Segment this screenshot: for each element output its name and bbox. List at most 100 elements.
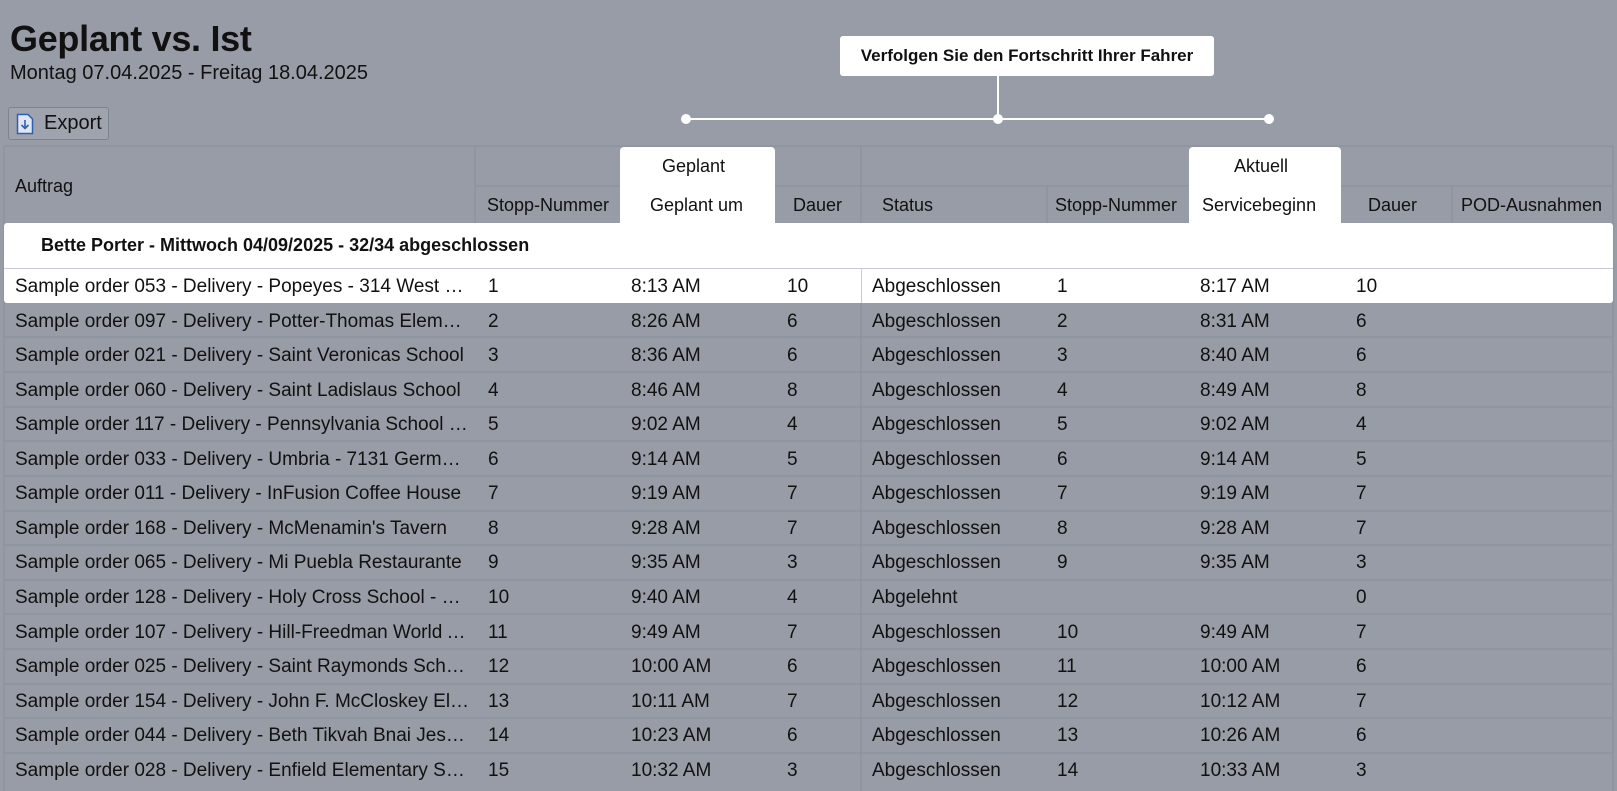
order-cell: Sample order 097 - Delivery - Potter-Tho… bbox=[15, 310, 471, 332]
status-cell: Abgeschlossen bbox=[872, 759, 1001, 781]
service-start-cell: 9:19 AM bbox=[1200, 483, 1270, 505]
actual-duration-cell: 4 bbox=[1356, 414, 1367, 436]
column-header-pod-exceptions[interactable]: POD-Ausnahmen bbox=[1461, 195, 1602, 216]
planned-time-cell: 9:02 AM bbox=[631, 414, 701, 436]
table-row[interactable]: Sample order 011 - Delivery - InFusion C… bbox=[0, 476, 1617, 510]
actual-stop-cell: 3 bbox=[1057, 345, 1068, 367]
service-start-cell: 8:17 AM bbox=[1200, 276, 1270, 297]
actual-duration-cell: 0 bbox=[1356, 586, 1367, 608]
status-cell: Abgeschlossen bbox=[872, 656, 1001, 678]
planned-stop-cell: 9 bbox=[488, 552, 499, 574]
driver-group-header[interactable]: Bette Porter - Mittwoch 04/09/2025 - 32/… bbox=[41, 235, 529, 256]
actual-duration-cell: 7 bbox=[1356, 517, 1367, 539]
actual-stop-cell: 7 bbox=[1057, 483, 1068, 505]
status-cell: Abgeschlossen bbox=[872, 379, 1001, 401]
table-row[interactable]: Sample order 028 - Delivery - Enfield El… bbox=[0, 753, 1617, 787]
order-cell: Sample order 060 - Delivery - Saint Ladi… bbox=[15, 379, 461, 401]
planned-duration-cell: 6 bbox=[787, 656, 798, 678]
planned-stop-cell: 12 bbox=[488, 656, 510, 678]
service-start-cell: 10:26 AM bbox=[1200, 725, 1281, 747]
column-header-planned-stop[interactable]: Stopp-Nummer bbox=[487, 195, 609, 216]
planned-stop-cell: 11 bbox=[488, 621, 508, 643]
table-row[interactable]: Sample order 021 - Delivery - Saint Vero… bbox=[0, 338, 1617, 372]
planned-time-cell: 9:49 AM bbox=[631, 621, 701, 643]
planned-time-cell: 8:13 AM bbox=[631, 276, 701, 297]
status-cell: Abgeschlossen bbox=[872, 552, 1001, 574]
planned-stop-cell: 14 bbox=[488, 725, 510, 747]
status-cell: Abgeschlossen bbox=[872, 690, 1001, 712]
column-header-order[interactable]: Auftrag bbox=[15, 176, 73, 197]
service-start-cell: 10:33 AM bbox=[1200, 759, 1281, 781]
actual-duration-cell: 3 bbox=[1356, 759, 1367, 781]
column-header-actual-duration[interactable]: Dauer bbox=[1368, 195, 1417, 216]
table-row[interactable]: Sample order 053 - Delivery - Popeyes - … bbox=[0, 269, 1617, 303]
actual-stop-cell: 4 bbox=[1057, 379, 1068, 401]
planned-time-cell: 8:46 AM bbox=[631, 379, 701, 401]
table-row[interactable]: Sample order 128 - Delivery - Holy Cross… bbox=[0, 580, 1617, 614]
order-cell: Sample order 117 - Delivery - Pennsylvan… bbox=[15, 414, 471, 436]
table-row[interactable]: Sample order 154 - Delivery - John F. Mc… bbox=[0, 684, 1617, 718]
actual-stop-cell: 2 bbox=[1057, 310, 1068, 332]
export-button[interactable]: Export bbox=[8, 107, 109, 140]
actual-duration-cell: 10 bbox=[1356, 276, 1378, 297]
planned-duration-cell: 7 bbox=[787, 690, 798, 712]
order-cell: Sample order 154 - Delivery - John F. Mc… bbox=[15, 690, 471, 712]
service-start-cell: 10:12 AM bbox=[1200, 690, 1281, 712]
planned-stop-cell: 2 bbox=[488, 310, 499, 332]
group-header-actual: Aktuell bbox=[1234, 156, 1289, 176]
planned-duration-cell: 10 bbox=[787, 276, 809, 297]
planned-duration-cell: 5 bbox=[787, 448, 798, 470]
actual-stop-cell: 13 bbox=[1057, 725, 1079, 747]
actual-duration-cell: 6 bbox=[1356, 656, 1367, 678]
table-row[interactable]: Sample order 117 - Delivery - Pennsylvan… bbox=[0, 407, 1617, 441]
table-row[interactable]: Sample order 065 - Delivery - Mi Puebla … bbox=[0, 545, 1617, 579]
planned-duration-cell: 7 bbox=[787, 517, 798, 539]
table-row[interactable]: Sample order 060 - Delivery - Saint Ladi… bbox=[0, 373, 1617, 407]
actual-stop-cell: 14 bbox=[1057, 759, 1079, 781]
status-cell: Abgeschlossen bbox=[872, 310, 1001, 332]
planned-stop-cell: 1 bbox=[488, 276, 499, 297]
planned-time-cell: 9:19 AM bbox=[631, 483, 701, 505]
column-header-service-start[interactable]: Servicebeginn bbox=[1202, 195, 1316, 216]
table-row[interactable]: Sample order 025 - Delivery - Saint Raym… bbox=[0, 649, 1617, 683]
planned-stop-cell: 3 bbox=[488, 345, 499, 367]
planned-time-cell: 9:14 AM bbox=[631, 448, 701, 470]
order-cell: Sample order 021 - Delivery - Saint Vero… bbox=[15, 345, 464, 367]
column-header-planned-time[interactable]: Geplant um bbox=[650, 195, 743, 216]
status-cell: Abgelehnt bbox=[872, 586, 958, 608]
column-header-actual-stop[interactable]: Stopp-Nummer bbox=[1055, 195, 1177, 216]
planned-stop-cell: 4 bbox=[488, 379, 499, 401]
planned-vs-actual-page: Geplant vs. Ist Montag 07.04.2025 - Frei… bbox=[0, 0, 1617, 791]
order-cell: Sample order 107 - Delivery - Hill-Freed… bbox=[15, 621, 471, 643]
service-start-cell: 9:49 AM bbox=[1200, 621, 1270, 643]
planned-duration-cell: 3 bbox=[787, 759, 798, 781]
planned-time-cell: 8:36 AM bbox=[631, 345, 701, 367]
order-cell: Sample order 168 - Delivery - McMenamin'… bbox=[15, 517, 447, 539]
planned-duration-cell: 8 bbox=[787, 379, 798, 401]
actual-duration-cell: 7 bbox=[1356, 483, 1367, 505]
table-row[interactable]: Sample order 033 - Delivery - Umbria - 7… bbox=[0, 442, 1617, 476]
planned-time-cell: 9:35 AM bbox=[631, 552, 701, 574]
planned-time-cell: 8:26 AM bbox=[631, 310, 701, 332]
column-header-status[interactable]: Status bbox=[882, 195, 933, 216]
table-row[interactable]: Sample order 107 - Delivery - Hill-Freed… bbox=[0, 615, 1617, 649]
planned-time-cell: 10:23 AM bbox=[631, 725, 712, 747]
planned-duration-cell: 6 bbox=[787, 725, 798, 747]
planned-duration-cell: 7 bbox=[787, 483, 798, 505]
status-cell: Abgeschlossen bbox=[872, 725, 1001, 747]
actual-stop-cell: 10 bbox=[1057, 621, 1079, 643]
status-cell: Abgeschlossen bbox=[872, 621, 1001, 643]
service-start-cell: 8:40 AM bbox=[1200, 345, 1270, 367]
column-header-planned-duration[interactable]: Dauer bbox=[793, 195, 842, 216]
planned-stop-cell: 13 bbox=[488, 690, 510, 712]
table-row[interactable]: Sample order 097 - Delivery - Potter-Tho… bbox=[0, 304, 1617, 338]
table-row[interactable]: Sample order 044 - Delivery - Beth Tikva… bbox=[0, 718, 1617, 752]
order-cell: Sample order 065 - Delivery - Mi Puebla … bbox=[15, 552, 462, 574]
actual-duration-cell: 6 bbox=[1356, 725, 1367, 747]
table-row[interactable]: Sample order 168 - Delivery - McMenamin'… bbox=[0, 511, 1617, 545]
service-start-cell: 9:35 AM bbox=[1200, 552, 1270, 574]
order-cell: Sample order 025 - Delivery - Saint Raym… bbox=[15, 656, 471, 678]
status-cell: Abgeschlossen bbox=[872, 276, 1001, 297]
planned-duration-cell: 7 bbox=[787, 621, 798, 643]
actual-duration-cell: 7 bbox=[1356, 690, 1367, 712]
